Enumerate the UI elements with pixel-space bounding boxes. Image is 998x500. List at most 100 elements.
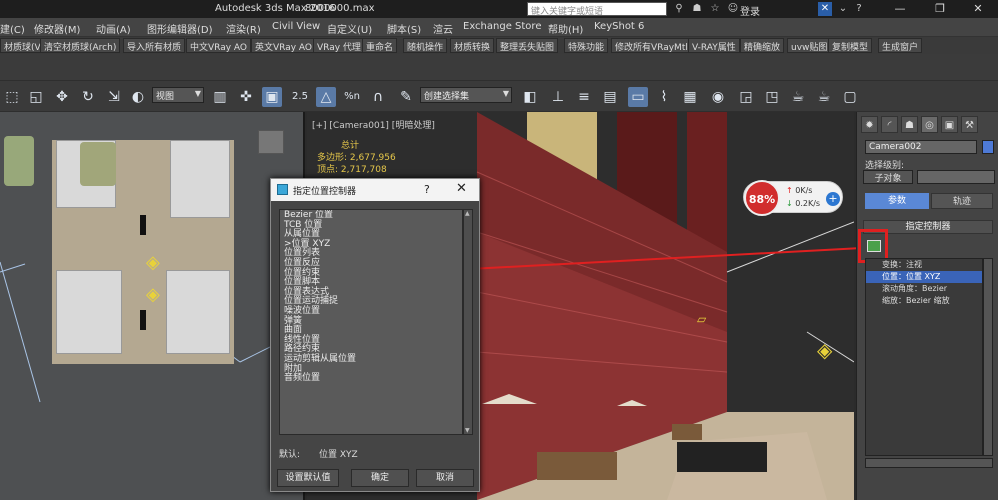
select-manipulate-icon[interactable]: ✜ xyxy=(236,87,256,107)
controller-tree[interactable]: 变换：注视 位置：位置 XYZ 滚动角度：Bezier 缩放：Bezier 缩放 xyxy=(865,258,983,456)
schematic-view-icon[interactable]: ▦ xyxy=(680,87,700,107)
set-default-button[interactable]: 设置默认值 xyxy=(277,469,339,487)
plugin-button[interactable]: 生成窗户 xyxy=(878,38,923,53)
menu-keyshot[interactable]: KeyShot 6 xyxy=(594,21,644,32)
tree-item-roll[interactable]: 滚动角度：Bezier xyxy=(866,283,982,295)
list-item[interactable]: TCB 位置 xyxy=(280,220,462,230)
help-icon[interactable]: ? xyxy=(852,2,866,16)
object-color-swatch[interactable] xyxy=(982,140,994,154)
plugin-button[interactable]: 清空材质球(Arch) xyxy=(40,38,121,53)
list-item[interactable]: 位置脚本 xyxy=(280,277,462,287)
plugin-button[interactable]: 重命名 xyxy=(362,38,398,53)
create-tab-icon[interactable]: ✹ xyxy=(861,116,878,133)
list-item[interactable]: >位置 XYZ xyxy=(280,239,462,249)
controller-tree-scrollbar[interactable] xyxy=(983,258,993,456)
select-place-icon[interactable]: ◐ xyxy=(128,87,148,107)
restore-button[interactable]: ❐ xyxy=(920,0,960,18)
binoculars-icon[interactable]: ⚲ xyxy=(672,2,686,16)
pivot-center-icon[interactable]: ▥ xyxy=(210,87,230,107)
render-setup-icon[interactable]: ◲ xyxy=(736,87,756,107)
graphite-toolbar-icon[interactable]: ▭ xyxy=(628,87,648,107)
list-item[interactable]: 附加 xyxy=(280,364,462,374)
reference-coordinate-select[interactable]: 视图 ▼ xyxy=(152,87,204,103)
list-item[interactable]: 位置反应 xyxy=(280,258,462,268)
plugin-button[interactable]: 修改所有VRayMtl xyxy=(611,38,692,53)
material-editor-icon[interactable]: ◉ xyxy=(708,87,728,107)
list-item[interactable]: 线性位置 xyxy=(280,335,462,345)
close-window-button[interactable]: ✕ xyxy=(958,0,998,18)
edit-named-selection-icon[interactable]: ✎ xyxy=(396,87,416,107)
plugin-button[interactable]: 英文VRay AO xyxy=(251,38,316,53)
list-item[interactable]: 位置列表 xyxy=(280,248,462,259)
menu-rendering[interactable]: 渲染(R) xyxy=(226,21,261,36)
render-frame-window-icon[interactable]: ▢ xyxy=(840,87,860,107)
list-item[interactable]: 位置运动捕捉 xyxy=(280,296,462,307)
plugin-button[interactable]: 材质转换 xyxy=(450,38,495,53)
controller-tree-hscrollbar[interactable] xyxy=(865,458,993,468)
display-tab-icon[interactable]: ▣ xyxy=(941,116,958,133)
cancel-button[interactable]: 取消 xyxy=(416,469,474,487)
dialog-titlebar[interactable]: 指定位置控制器 ? ✕ xyxy=(271,179,479,201)
named-selection-set-select[interactable]: 创建选择集 ▼ xyxy=(420,87,512,103)
menu-help[interactable]: 帮助(H) xyxy=(548,21,583,36)
list-item[interactable]: 路径约束 xyxy=(280,344,462,355)
ok-button[interactable]: 确定 xyxy=(351,469,409,487)
trajectories-tab[interactable]: 轨迹 xyxy=(931,193,993,209)
plugin-button[interactable]: 中文VRay AO xyxy=(186,38,251,53)
viewport-label[interactable]: [+] [Camera001] [明暗处理] xyxy=(312,118,435,131)
rendered-frame-icon[interactable]: ◳ xyxy=(762,87,782,107)
rotate-icon[interactable]: ↻ xyxy=(78,87,98,107)
scroll-up-icon[interactable]: ▲ xyxy=(465,210,470,217)
plugin-button[interactable]: 整理丢失贴图 xyxy=(496,38,559,53)
select-region-icon[interactable]: ⬚ xyxy=(2,87,22,107)
user-menu-icon[interactable]: ⌄ xyxy=(836,2,850,16)
motion-tab-icon[interactable]: ◎ xyxy=(921,116,938,133)
hierarchy-tab-icon[interactable]: ☗ xyxy=(901,116,918,133)
keyboard-shortcut-icon[interactable]: ▣ xyxy=(262,87,282,107)
plugin-button[interactable]: 精确缩放 xyxy=(740,38,785,53)
plugin-button[interactable]: V-RAY属性 xyxy=(688,38,740,53)
list-item[interactable]: Bezier 位置 xyxy=(280,210,462,220)
close-dialog-button[interactable]: ✕ xyxy=(456,181,467,196)
star-icon[interactable]: ☆ xyxy=(708,2,722,16)
align-icon[interactable]: ⊥ xyxy=(548,87,568,107)
community-icon[interactable]: ☗ xyxy=(690,2,704,16)
help-button[interactable]: ? xyxy=(424,183,430,196)
curve-editor-icon[interactable]: ⌇ xyxy=(654,87,674,107)
spinner-snap-icon[interactable]: ∩ xyxy=(368,87,388,107)
viewcube[interactable] xyxy=(258,130,284,154)
menu-exchange-store[interactable]: Exchange Store xyxy=(463,21,541,32)
controller-list[interactable]: Bezier 位置 TCB 位置 从属位置 >位置 XYZ 位置列表 位置反应 … xyxy=(279,209,463,435)
plugin-button[interactable]: 复制模型 xyxy=(828,38,873,53)
tree-item-transform[interactable]: 变换：注视 xyxy=(866,259,982,271)
list-item[interactable]: 位置约束 xyxy=(280,268,462,278)
menu-graph-editors[interactable]: 图形编辑器(D) xyxy=(147,21,213,36)
scene-explorer-icon[interactable]: ▤ xyxy=(600,87,620,107)
object-name-field[interactable]: Camera002 xyxy=(865,140,977,154)
angle-snap-icon[interactable]: △ xyxy=(316,87,336,107)
menu-animation[interactable]: 动画(A) xyxy=(96,21,131,36)
window-crossing-icon[interactable]: ◱ xyxy=(26,87,46,107)
list-item[interactable]: 曲面 xyxy=(280,325,462,335)
move-icon[interactable]: ✥ xyxy=(52,87,72,107)
login-link[interactable]: 登录 xyxy=(740,3,760,18)
plugin-button[interactable]: 导入所有材质 xyxy=(123,38,186,53)
plugin-button[interactable]: 随机操作 xyxy=(403,38,448,53)
network-speed-widget[interactable]: 88% ↑ 0K/s ↓ 0.2K/s + xyxy=(743,180,843,216)
percent-snap-toggle[interactable]: %n xyxy=(342,87,362,107)
list-item[interactable]: 运动剪辑从属位置 xyxy=(280,354,462,364)
menu-civil-view[interactable]: Civil View xyxy=(272,21,320,32)
plugin-button[interactable]: 特殊功能 xyxy=(564,38,609,53)
controller-list-scrollbar[interactable]: ▲ ▼ xyxy=(463,209,473,435)
tree-item-position[interactable]: 位置：位置 XYZ xyxy=(866,271,982,283)
menu-modifiers[interactable]: 修改器(M) xyxy=(34,21,80,36)
plugin-button[interactable]: uvw贴图 xyxy=(787,38,832,53)
menu-scripting[interactable]: 脚本(S) xyxy=(387,21,421,36)
search-input[interactable]: 键入关键字或短语 xyxy=(527,2,667,17)
top-viewport[interactable]: ◈ ◈ xyxy=(0,112,305,500)
user-icon[interactable]: ☺ xyxy=(726,2,740,16)
menu-create[interactable]: 建(C) xyxy=(0,21,25,36)
tree-item-scale[interactable]: 缩放：Bezier 缩放 xyxy=(866,295,982,307)
parameters-tab[interactable]: 参数 xyxy=(865,193,929,209)
scale-icon[interactable]: ⇲ xyxy=(104,87,124,107)
